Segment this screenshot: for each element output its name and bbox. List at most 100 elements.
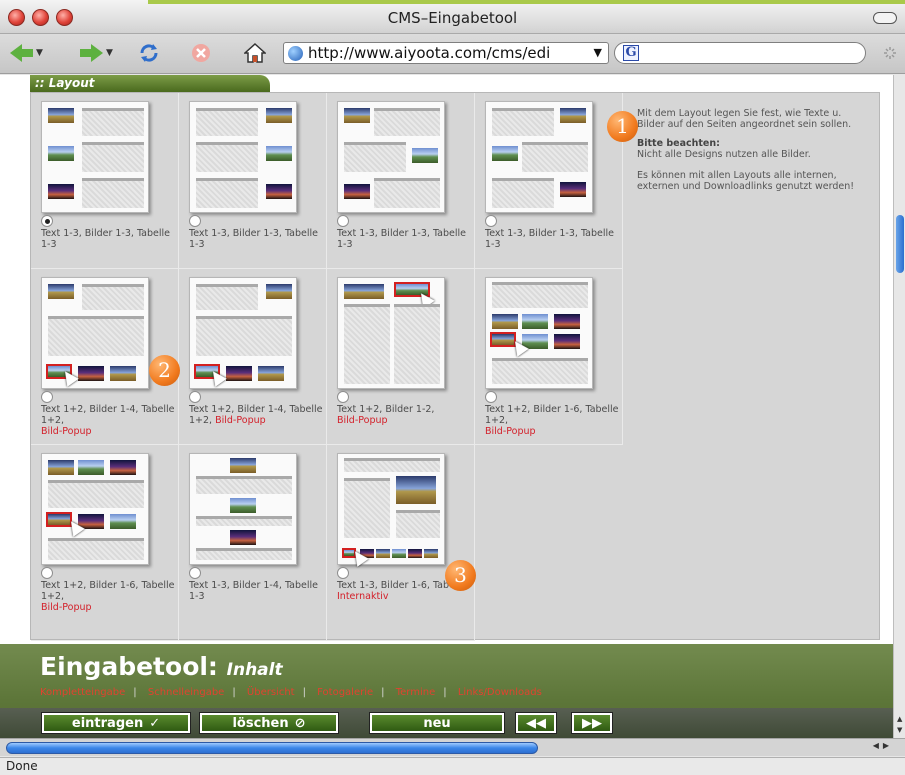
layout-radio[interactable]	[189, 215, 201, 227]
layout-thumbnail[interactable]	[189, 453, 297, 565]
layout-radio[interactable]	[337, 567, 349, 579]
image-placeholder	[226, 366, 252, 381]
image-placeholder	[266, 284, 292, 299]
nav-link-uebersicht[interactable]: Übersicht	[247, 687, 295, 698]
nav-link-termine[interactable]: Termine	[396, 687, 436, 698]
layout-radio[interactable]	[189, 391, 201, 403]
layout-grid: Text 1-3, Bilder 1-3, Tabelle 1-3 Text 1…	[30, 92, 880, 641]
layout-caption: Text 1+2, Bilder 1-6, Tabelle 1+2, Bild-P…	[41, 580, 175, 613]
layout-thumbnail[interactable]	[485, 101, 593, 213]
globe-icon	[288, 45, 303, 61]
scroll-up-arrow-icon[interactable]: ▲	[897, 715, 902, 723]
layout-option[interactable]: Text 1-3, Bilder 1-3, Tabelle 1-3	[327, 93, 475, 269]
layout-tab: :: Layout	[30, 75, 270, 92]
new-button[interactable]: neu	[369, 712, 505, 734]
layout-radio[interactable]	[41, 215, 53, 227]
layout-thumbnail[interactable]	[337, 101, 445, 213]
scroll-down-arrow-icon[interactable]: ▼	[897, 726, 902, 734]
image-placeholder	[396, 476, 436, 504]
layout-caption: Text 1+2, Bilder 1-2, Bild-Popup	[337, 404, 435, 426]
layout-thumbnail[interactable]	[189, 277, 297, 389]
image-placeholder	[560, 182, 586, 197]
forward-button[interactable]: ▼	[80, 42, 113, 64]
scrollbar-thumb[interactable]	[896, 215, 904, 273]
image-placeholder	[424, 549, 438, 558]
reload-button[interactable]	[138, 42, 160, 64]
forward-arrow-icon	[91, 44, 103, 62]
layout-option[interactable]: Text 1-3, Bilder 1-3, Tabelle 1-3	[31, 93, 179, 269]
nav-link-links-downloads[interactable]: Links/Downloads	[458, 687, 542, 698]
image-placeholder	[258, 366, 284, 381]
layout-caption: Text 1-3, Bilder 1-3, Tabelle 1-3	[41, 228, 170, 250]
image-placeholder	[554, 314, 580, 329]
layout-radio[interactable]	[337, 215, 349, 227]
layout-caption: Text 1-3, Bilder 1-4, Tabelle 1-3	[189, 580, 318, 602]
image-placeholder	[110, 460, 136, 475]
layout-radio[interactable]	[41, 567, 53, 579]
layout-option[interactable]: Text 1+2, Bilder 1-6, Tabelle 1+2, Bild-P…	[31, 445, 179, 641]
layout-option[interactable]: Text 1+2, Bilder 1-6, Tabelle 1+2, Bild-P…	[475, 269, 623, 445]
image-placeholder	[376, 549, 390, 558]
layout-caption: Text 1-3, Bilder 1-3, Tabelle 1-3	[337, 228, 466, 250]
title-bar-accent	[148, 0, 905, 4]
next-button[interactable]: ▶▶	[571, 712, 613, 734]
nav-link-kompletteingabe[interactable]: Kompletteingabe	[40, 687, 125, 698]
layout-thumbnail[interactable]	[189, 101, 297, 213]
home-button[interactable]	[244, 42, 266, 64]
layout-radio[interactable]	[41, 391, 53, 403]
address-bar-url: http://www.aiyoota.com/cms/edi	[308, 44, 551, 62]
address-bar[interactable]: http://www.aiyoota.com/cms/edi ▼	[283, 42, 609, 64]
layout-caption: Text 1-3, Bilder 1-3, Tabelle 1-3	[189, 228, 318, 250]
chevron-down-icon[interactable]: ▼	[594, 46, 602, 59]
layout-option[interactable]: Text 1-3, Bilder 1-4, Tabelle 1-3	[179, 445, 327, 641]
nav-link-schnelleingabe[interactable]: Schnelleingabe	[148, 687, 224, 698]
stop-button[interactable]	[190, 42, 212, 64]
loading-spinner-icon	[884, 47, 896, 59]
google-icon: G	[623, 45, 639, 61]
layout-option[interactable]: Text 1+2, Bilder 1-2, Bild-Popup	[327, 269, 475, 445]
layout-option[interactable]: Text 1-3, Bilder 1-6, Tabelle, Internakt…	[327, 445, 475, 641]
layout-caption: Text 1+2, Bilder 1-4, Tabelle 1+2, Bild-…	[189, 404, 323, 426]
vertical-scrollbar[interactable]: ▲ ▼	[893, 75, 905, 738]
layout-radio[interactable]	[485, 391, 497, 403]
image-placeholder	[344, 284, 384, 299]
layout-thumbnail[interactable]	[485, 277, 593, 389]
back-button[interactable]: ▼	[10, 42, 43, 64]
rewind-icon: ◀◀	[526, 715, 546, 731]
checkmark-icon: ✓	[149, 715, 161, 731]
toolbar-toggle-button[interactable]	[873, 12, 897, 24]
layout-radio[interactable]	[189, 567, 201, 579]
image-placeholder	[492, 146, 518, 161]
layout-thumbnail[interactable]	[41, 101, 149, 213]
layout-thumbnail[interactable]	[337, 453, 445, 567]
prohibited-icon: ⊘	[294, 715, 306, 731]
layout-radio[interactable]	[337, 391, 349, 403]
layout-option[interactable]: Text 1-3, Bilder 1-3, Tabelle 1-3	[179, 93, 327, 269]
editor-footer: Eingabetool: Inhalt Kompletteingabe | Sch…	[0, 644, 893, 738]
layout-thumbnail[interactable]	[41, 277, 149, 389]
layout-thumbnail[interactable]	[337, 277, 445, 389]
callout-badge: 3	[445, 560, 476, 591]
image-placeholder	[408, 549, 422, 558]
search-field[interactable]: G	[614, 42, 866, 64]
image-placeholder	[78, 366, 104, 381]
layout-option[interactable]: Text 1-3, Bilder 1-3, Tabelle 1-3	[475, 93, 623, 269]
previous-button[interactable]: ◀◀	[515, 712, 557, 734]
image-placeholder	[48, 460, 74, 475]
title-bar: CMS–Eingabetool	[0, 0, 905, 34]
image-placeholder	[78, 460, 104, 475]
nav-link-fotogalerie[interactable]: Fotogalerie	[317, 687, 373, 698]
scrollbar-thumb[interactable]	[6, 742, 538, 754]
layout-thumbnail[interactable]	[41, 453, 149, 565]
layout-option[interactable]: Text 1+2, Bilder 1-4, Tabelle 1+2, Bild-…	[179, 269, 327, 445]
scroll-arrows-icon[interactable]: ◀▶	[873, 741, 893, 750]
image-placeholder	[110, 514, 136, 529]
layout-radio[interactable]	[485, 215, 497, 227]
image-placeholder	[48, 108, 74, 123]
image-placeholder	[110, 366, 136, 381]
save-button[interactable]: eintragen ✓	[41, 712, 191, 734]
window-title: CMS–Eingabetool	[387, 9, 518, 27]
image-placeholder	[492, 314, 518, 329]
delete-button[interactable]: löschen ⊘	[199, 712, 339, 734]
horizontal-scrollbar[interactable]: ◀▶	[0, 738, 905, 756]
